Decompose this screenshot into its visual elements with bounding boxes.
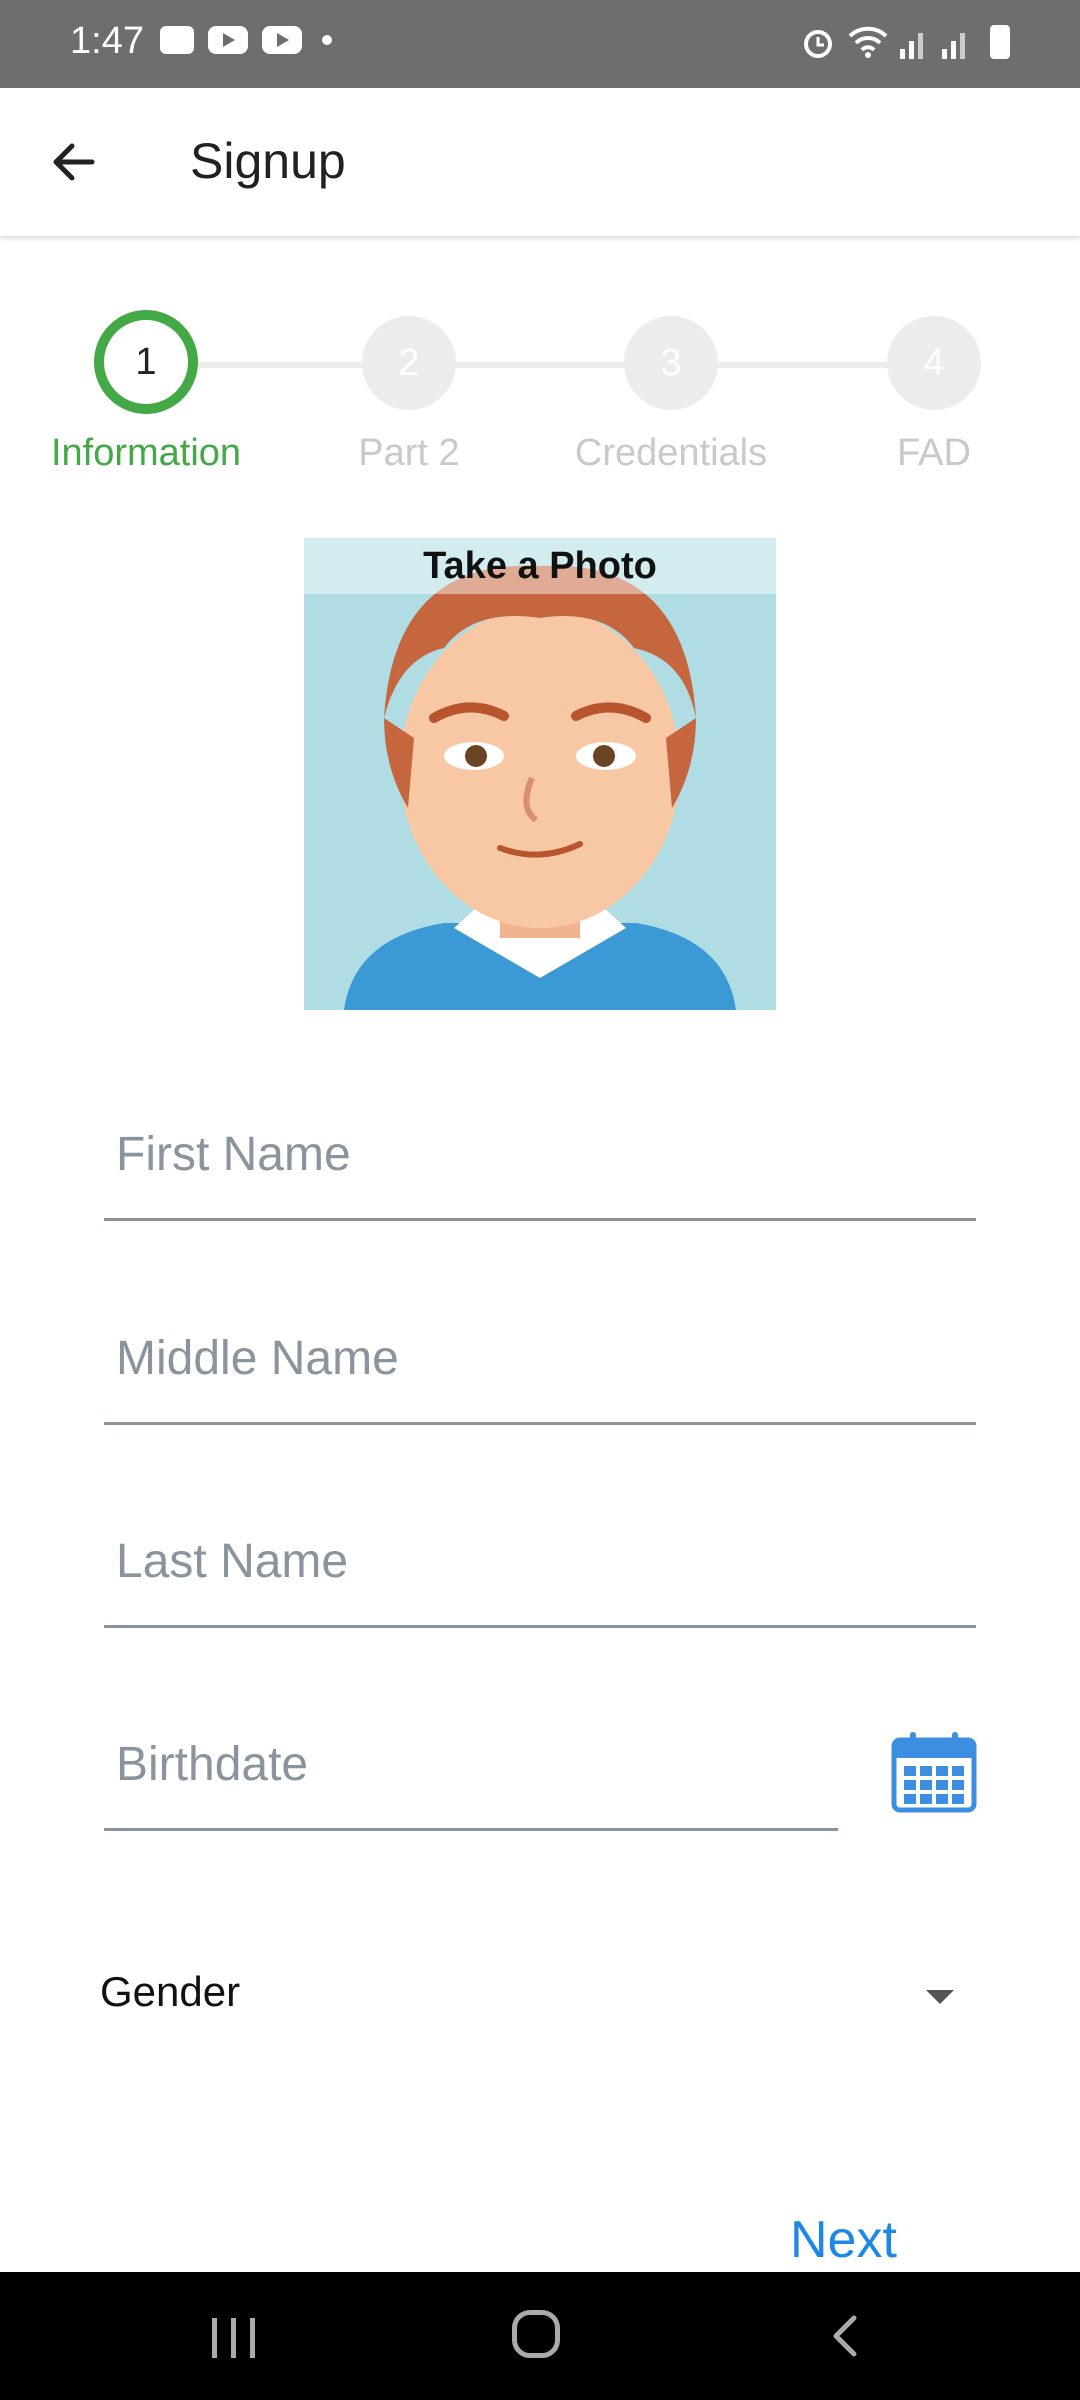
status-time: 1:47 (70, 20, 144, 62)
birthdate-placeholder: Birthdate (116, 1738, 309, 1791)
take-photo-button[interactable]: Take a Photo (304, 538, 776, 1010)
step-3-indicator[interactable]: 3 (624, 316, 718, 410)
youtube-icon (208, 26, 248, 54)
nav-back-icon[interactable] (822, 2312, 870, 2360)
recents-icon[interactable] (212, 2318, 255, 2358)
step-1-label: Information (50, 432, 242, 474)
step-3-label: Credentials (574, 432, 768, 474)
step-connector (454, 362, 626, 368)
avatar-illustration (304, 538, 776, 1010)
alarm-icon (804, 30, 832, 58)
step-1-indicator[interactable]: 1 (94, 310, 198, 414)
system-icons (800, 24, 1010, 60)
youtube-icon (262, 26, 302, 54)
first-name-field[interactable]: First Name (104, 1098, 976, 1221)
calendar-icon[interactable] (890, 1730, 978, 1814)
app-bar: Signup (0, 88, 1080, 236)
notification-icons (160, 26, 332, 54)
last-name-placeholder: Last Name (116, 1535, 349, 1588)
first-name-placeholder: First Name (116, 1128, 351, 1181)
dropdown-arrow-icon (926, 1990, 954, 2004)
step-2-indicator[interactable]: 2 (362, 316, 456, 410)
back-arrow-icon[interactable] (44, 132, 104, 192)
gender-label: Gender (100, 1968, 241, 2015)
page-title: Signup (190, 133, 346, 189)
photo-caption: Take a Photo (304, 538, 776, 594)
home-icon[interactable] (512, 2310, 560, 2358)
system-nav-bar (0, 2272, 1080, 2400)
birthdate-field[interactable]: Birthdate (104, 1708, 838, 1831)
last-name-field[interactable]: Last Name (104, 1505, 976, 1628)
battery-icon (990, 25, 1010, 59)
step-4-indicator[interactable]: 4 (887, 316, 981, 410)
more-notifications-icon (322, 35, 332, 45)
middle-name-placeholder: Middle Name (116, 1332, 399, 1385)
step-4-label: FAD (897, 432, 971, 474)
status-bar: 1:47 (0, 0, 1080, 88)
wifi-icon (848, 26, 888, 58)
middle-name-field[interactable]: Middle Name (104, 1302, 976, 1425)
next-button[interactable]: Next (790, 2210, 897, 2270)
signal-icon (900, 33, 965, 59)
step-2-label: Part 2 (358, 432, 460, 474)
gallery-icon (160, 26, 194, 54)
step-connector (716, 362, 888, 368)
